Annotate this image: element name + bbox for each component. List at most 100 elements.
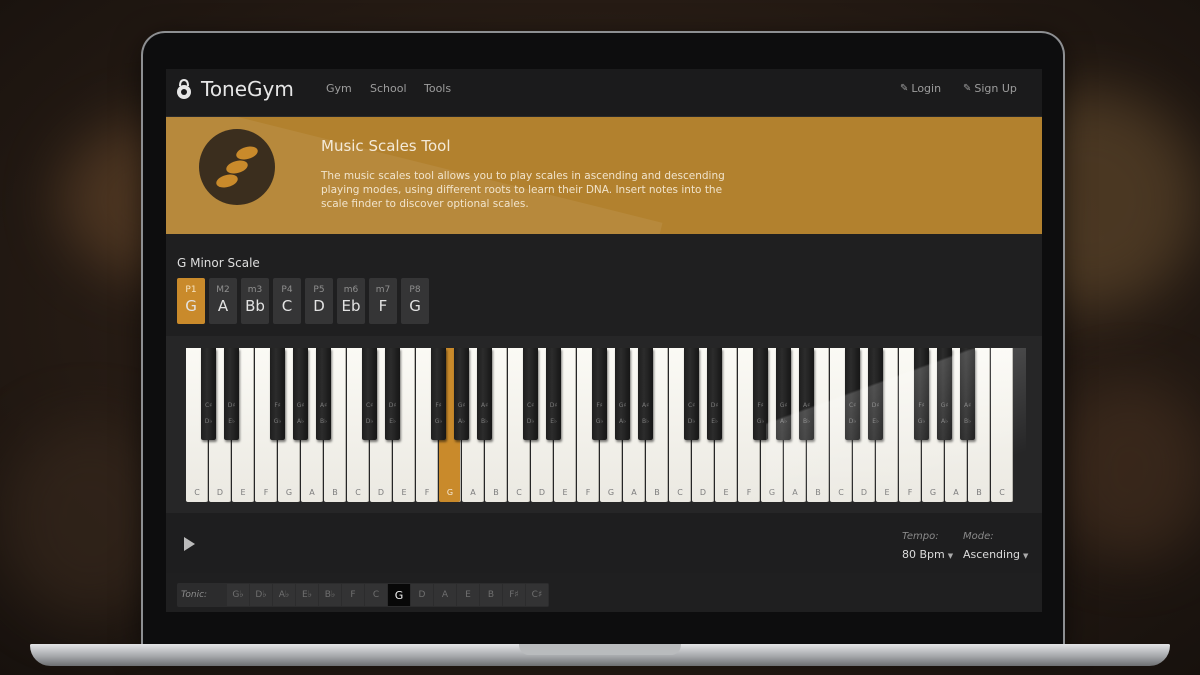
kettlebell-logo-icon [176,78,192,99]
black-key-flat-label: D♭ [526,418,535,425]
tonic-option[interactable]: E [457,584,479,606]
interval-note: Eb [341,297,361,315]
tonic-option[interactable]: F [342,584,364,606]
black-key-G♯[interactable]: G♯ A♭ [454,348,469,440]
tonic-option[interactable]: C♯ [526,584,548,606]
tonic-option[interactable]: G♭ [227,584,249,606]
interval-6[interactable]: m7 F [369,278,397,324]
tonic-option[interactable]: D♭ [250,584,272,606]
black-key-A♯[interactable]: A♯ B♭ [638,348,653,440]
brand[interactable]: ToneGym [176,77,294,101]
black-key-G♯[interactable]: G♯ A♭ [937,348,952,440]
black-key-sharp-label: C♯ [526,402,535,409]
black-key-sharp-label: C♯ [848,402,857,409]
tonic-option[interactable]: F♯ [503,584,525,606]
black-key-F♯[interactable]: F♯ G♭ [914,348,929,440]
black-key-sharp-label: D♯ [227,402,236,409]
black-key-G♯[interactable]: G♯ A♭ [776,348,791,440]
nav-tools[interactable]: Tools [424,82,451,95]
black-key-C♯[interactable]: C♯ D♭ [362,348,377,440]
piano-keyboard[interactable]: C D E F G A B C D E F G A B C D E F G A B C D E F G A B C D E F G A B C C♯ D♭… [186,348,1014,502]
black-key-sharp-label: F♯ [757,402,764,409]
tonic-option[interactable]: G [388,584,410,606]
black-key-A♯[interactable]: A♯ B♭ [799,348,814,440]
black-key-A♯[interactable]: A♯ B♭ [960,348,975,440]
black-key-G♯[interactable]: G♯ A♭ [293,348,308,440]
black-key-flat-label: E♭ [228,418,235,425]
black-key-sharp-label: C♯ [204,402,213,409]
black-key-D♯[interactable]: D♯ E♭ [868,348,883,440]
black-key-flat-label: E♭ [389,418,396,425]
white-key-label: D [216,488,224,497]
nav-school[interactable]: School [370,82,407,95]
white-key-label: G [768,488,776,497]
tempo-value: 80 Bpm [902,548,945,561]
white-key-label: E [723,488,729,497]
white-key-label: A [631,488,637,497]
interval-note: Bb [245,297,265,315]
interval-note: G [409,297,421,315]
black-key-sharp-label: A♯ [480,402,488,409]
black-key-A♯[interactable]: A♯ B♭ [477,348,492,440]
white-key-label: G [929,488,937,497]
tonic-option[interactable]: B [480,584,502,606]
black-key-A♯[interactable]: A♯ B♭ [316,348,331,440]
interval-label: m6 [343,285,359,295]
black-key-sharp-label: G♯ [618,402,627,409]
white-key-label: E [240,488,246,497]
white-key-label: B [493,488,499,497]
black-key-D♯[interactable]: D♯ E♭ [546,348,561,440]
black-key-sharp-label: F♯ [918,402,925,409]
black-key-flat-label: G♭ [434,418,443,425]
tonic-option[interactable]: A♭ [273,584,295,606]
tonic-option[interactable]: E♭ [296,584,318,606]
tonic-option[interactable]: D [411,584,433,606]
black-key-C♯[interactable]: C♯ D♭ [523,348,538,440]
interval-label: M2 [216,285,230,295]
black-key-D♯[interactable]: D♯ E♭ [385,348,400,440]
interval-5[interactable]: m6 Eb [337,278,365,324]
black-key-F♯[interactable]: F♯ G♭ [431,348,446,440]
login-link[interactable]: ✎ Login [900,82,941,95]
black-key-D♯[interactable]: D♯ E♭ [224,348,239,440]
interval-7[interactable]: P8 G [401,278,429,324]
interval-0[interactable]: P1 G [177,278,205,324]
black-key-sharp-label: D♯ [871,402,880,409]
mode-label: Mode: [963,531,994,542]
mode-dropdown[interactable]: Ascending ▼ [963,548,1028,561]
black-key-flat-label: A♭ [297,418,304,425]
black-key-F♯[interactable]: F♯ G♭ [592,348,607,440]
interval-4[interactable]: P5 D [305,278,333,324]
black-key-flat-label: A♭ [619,418,626,425]
black-key-C♯[interactable]: C♯ D♭ [201,348,216,440]
white-key-label: E [884,488,890,497]
nav-gym[interactable]: Gym [326,82,352,95]
interval-2[interactable]: m3 Bb [241,278,269,324]
interval-3[interactable]: P4 C [273,278,301,324]
play-icon[interactable] [184,537,195,551]
white-key-label: C [838,488,844,497]
black-key-F♯[interactable]: F♯ G♭ [270,348,285,440]
tonic-option[interactable]: A [434,584,456,606]
tempo-label: Tempo: [902,531,939,542]
black-key-G♯[interactable]: G♯ A♭ [615,348,630,440]
black-key-sharp-label: D♯ [549,402,558,409]
interval-note: D [313,297,325,315]
white-key-label: D [860,488,868,497]
tonic-option[interactable]: C [365,584,387,606]
playback-controls: Tempo: 80 Bpm ▼ Mode: Ascending ▼ [166,513,1042,573]
white-key-C[interactable]: C [991,348,1013,502]
black-key-sharp-label: G♯ [779,402,788,409]
black-key-flat-label: D♭ [204,418,213,425]
signup-link[interactable]: ✎ Sign Up [963,82,1017,95]
tonic-option[interactable]: B♭ [319,584,341,606]
tempo-dropdown[interactable]: 80 Bpm ▼ [902,548,953,561]
white-key-label: G [446,488,454,497]
caret-down-icon: ▼ [947,552,954,560]
black-key-C♯[interactable]: C♯ D♭ [684,348,699,440]
black-key-C♯[interactable]: C♯ D♭ [845,348,860,440]
tonic-label: Tonic: [181,590,208,600]
black-key-D♯[interactable]: D♯ E♭ [707,348,722,440]
interval-1[interactable]: M2 A [209,278,237,324]
black-key-F♯[interactable]: F♯ G♭ [753,348,768,440]
